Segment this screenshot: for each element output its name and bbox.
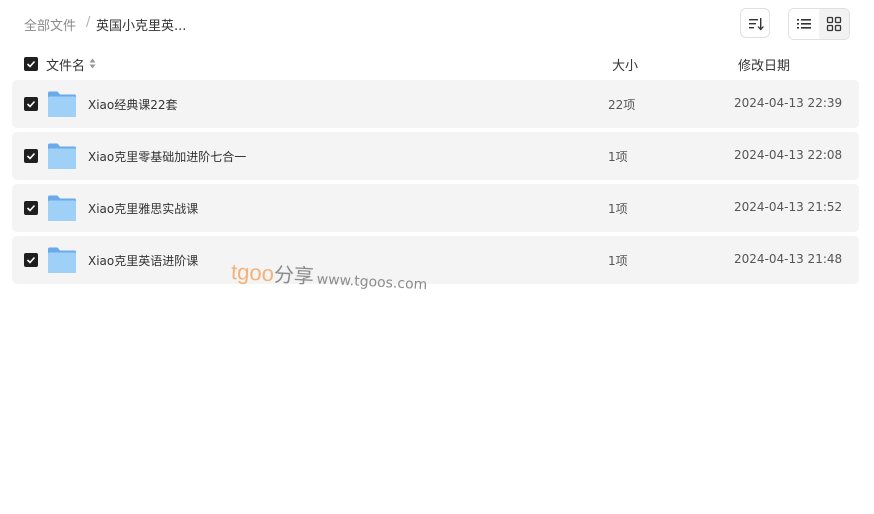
folder-icon [48, 247, 76, 273]
file-size: 1项 [608, 202, 628, 216]
grid-view-icon [826, 16, 842, 32]
file-date: 2024-04-13 22:39 [734, 96, 843, 110]
table-row[interactable]: Xiao克里英语进阶课 1项 2024-04-13 21:48 [12, 236, 859, 284]
list-view-icon [797, 19, 811, 29]
watermark-suffix: 分享 [273, 262, 315, 289]
checkbox-checked-icon [26, 152, 36, 160]
breadcrumb-root[interactable]: 全部文件 [24, 15, 76, 34]
sort-button[interactable] [740, 8, 770, 38]
folder-icon [48, 91, 76, 117]
row-checkbox[interactable] [24, 253, 38, 267]
breadcrumb-current: 英国小克里英... [96, 19, 187, 34]
file-name[interactable]: Xiao经典课22套 [88, 96, 178, 113]
folder-icon [48, 195, 76, 221]
file-name[interactable]: Xiao克里零基础加进阶七合一 [88, 148, 246, 165]
table-header: 文件名 大小 修改日期 [0, 52, 874, 76]
file-name[interactable]: Xiao克里英语进阶课 [88, 252, 198, 269]
row-checkbox[interactable] [24, 149, 38, 163]
row-checkbox[interactable] [24, 97, 38, 111]
checkbox-checked-icon [26, 256, 36, 264]
sort-icon [749, 18, 764, 31]
column-name-header[interactable]: 文件名 [46, 55, 85, 74]
top-bar: 全部文件 / 英国小克里英... [0, 0, 874, 48]
folder-icon [48, 143, 76, 169]
file-size: 1项 [608, 150, 628, 164]
breadcrumb-separator: / [86, 15, 91, 30]
sort-toggle-icon[interactable] [89, 58, 96, 69]
table-row[interactable]: Xiao克里零基础加进阶七合一 1项 2024-04-13 22:08 [12, 132, 859, 180]
checkbox-checked-icon [26, 204, 36, 212]
column-date-header[interactable]: 修改日期 [738, 55, 790, 74]
file-date: 2024-04-13 22:08 [734, 148, 843, 162]
file-name[interactable]: Xiao克里雅思实战课 [88, 200, 198, 217]
view-toggle [788, 8, 850, 40]
select-all-checkbox[interactable] [24, 57, 38, 71]
list-view-button[interactable] [789, 9, 819, 39]
grid-view-button[interactable] [819, 9, 849, 39]
table-row[interactable]: Xiao克里雅思实战课 1项 2024-04-13 21:52 [12, 184, 859, 232]
file-list: Xiao经典课22套 22项 2024-04-13 22:39 Xiao克里零基… [12, 80, 859, 288]
checkbox-checked-icon [26, 60, 36, 68]
watermark-brand: tgoo [230, 258, 275, 287]
file-date: 2024-04-13 21:48 [734, 252, 843, 266]
column-size-header[interactable]: 大小 [612, 55, 638, 74]
row-checkbox[interactable] [24, 201, 38, 215]
file-date: 2024-04-13 21:52 [734, 200, 843, 214]
checkbox-checked-icon [26, 100, 36, 108]
table-row[interactable]: Xiao经典课22套 22项 2024-04-13 22:39 [12, 80, 859, 128]
watermark-url: www.tgoos.com [316, 271, 428, 294]
file-size: 22项 [608, 98, 636, 112]
file-size: 1项 [608, 254, 628, 268]
